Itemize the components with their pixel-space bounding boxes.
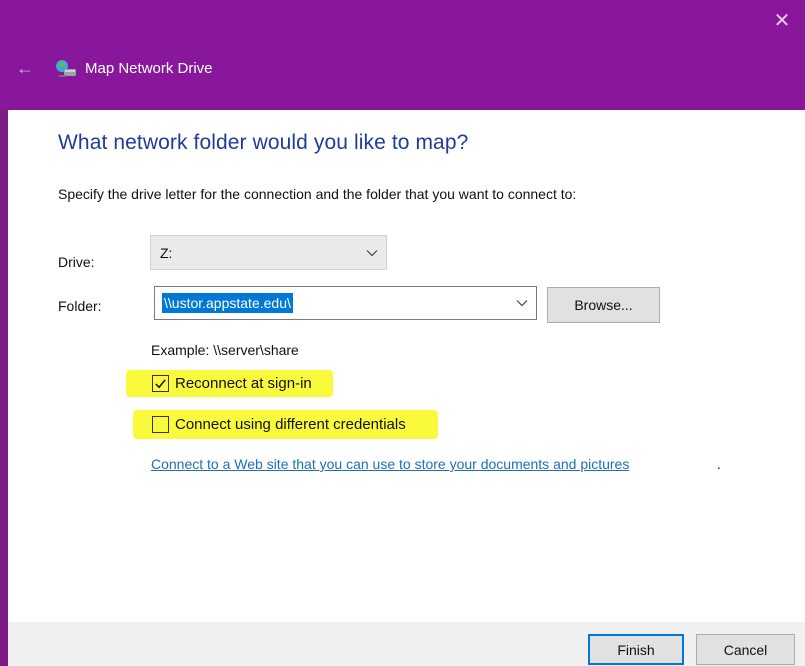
reconnect-label: Reconnect at sign-in <box>175 375 312 392</box>
credentials-checkbox[interactable] <box>152 416 169 433</box>
reconnect-checkbox[interactable] <box>152 375 169 392</box>
window-title: Map Network Drive <box>85 60 213 77</box>
close-button[interactable]: ✕ <box>759 0 805 40</box>
folder-input[interactable]: \\ustor.appstate.edu\ <box>154 286 537 320</box>
page-title: What network folder would you like to ma… <box>58 131 469 154</box>
chevron-down-icon <box>516 300 528 307</box>
browse-button[interactable]: Browse... <box>547 287 660 323</box>
cancel-button[interactable]: Cancel <box>696 634 795 665</box>
map-network-drive-window: ✕ ← Map Network Drive What network folde… <box>0 0 805 666</box>
close-icon: ✕ <box>773 9 791 32</box>
web-site-link[interactable]: Connect to a Web site that you can use t… <box>151 456 629 472</box>
checkmark-icon <box>155 379 166 389</box>
folder-value: \\ustor.appstate.edu\ <box>162 293 293 313</box>
network-drive-icon <box>56 60 76 77</box>
link-period: . <box>717 456 721 472</box>
back-arrow-icon: ← <box>16 57 34 78</box>
credentials-checkbox-row[interactable]: Connect using different credentials <box>152 416 406 433</box>
back-button[interactable]: ← <box>14 57 36 79</box>
description-text: Specify the drive letter for the connect… <box>58 186 577 202</box>
chevron-down-icon <box>366 249 378 256</box>
reconnect-checkbox-row[interactable]: Reconnect at sign-in <box>152 375 312 392</box>
drive-value: Z: <box>160 245 173 261</box>
example-text: Example: \\server\share <box>151 342 299 358</box>
finish-button[interactable]: Finish <box>588 634 684 665</box>
folder-label: Folder: <box>58 298 102 314</box>
credentials-label: Connect using different credentials <box>175 416 406 433</box>
title-bar: ✕ ← Map Network Drive <box>0 0 805 110</box>
button-bar: Finish Cancel <box>8 622 805 666</box>
drive-select[interactable]: Z: <box>150 235 387 270</box>
drive-label: Drive: <box>58 254 95 270</box>
dialog-content: What network folder would you like to ma… <box>8 110 805 622</box>
